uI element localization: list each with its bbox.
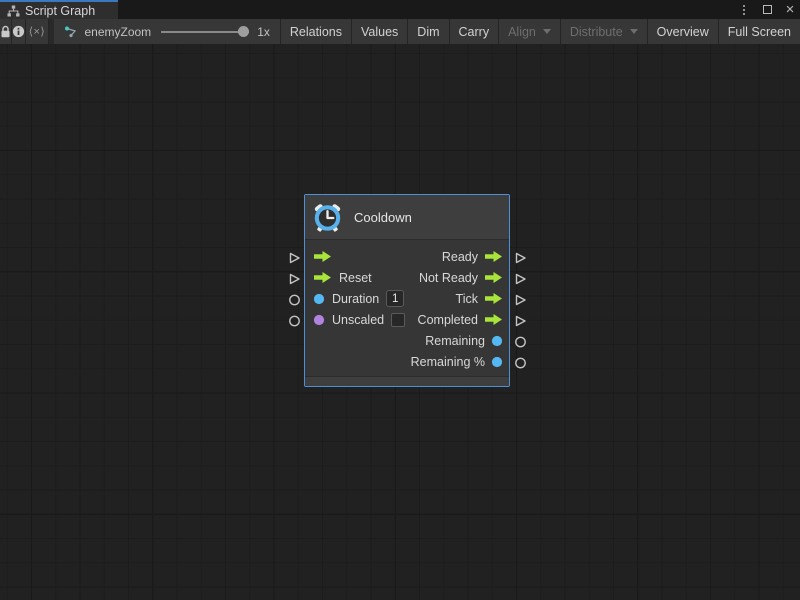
toolbar-button-carry[interactable]: Carry <box>450 19 500 44</box>
toolbar-button-relations[interactable]: Relations <box>281 19 352 44</box>
node-ports-left: Reset Duration Unscaled <box>305 246 405 330</box>
graph-reference-icon <box>64 26 78 38</box>
zoom-slider[interactable] <box>161 19 249 44</box>
flow-port-arrow-icon[interactable] <box>484 292 503 305</box>
toolbar-button-label: Carry <box>459 25 490 39</box>
zoom-slider-track[interactable] <box>161 31 249 33</box>
unscaled-checkbox[interactable] <box>391 313 405 327</box>
script-graph-icon <box>7 5 20 17</box>
port-label: Unscaled <box>332 313 384 327</box>
port-label: Tick <box>456 292 478 306</box>
lock-icon <box>0 25 11 38</box>
flow-connector-triangle[interactable] <box>287 247 301 268</box>
node-connectors-right <box>513 247 527 373</box>
toolbar-button-dim[interactable]: Dim <box>408 19 449 44</box>
window-titlebar: Script Graph × <box>0 0 800 19</box>
cooldown-node-body: Reset Duration Unscaled Ready Not Ready … <box>305 240 509 376</box>
tab-label: Script Graph <box>25 4 95 18</box>
tab-script-graph[interactable]: Script Graph <box>0 0 118 19</box>
toolbar-button-label: Full Screen <box>728 25 791 39</box>
flow-connector-triangle[interactable] <box>513 289 527 310</box>
port-left-unscaled[interactable]: Unscaled <box>305 309 405 330</box>
port-label: Ready <box>442 250 478 264</box>
flow-port-arrow-icon[interactable] <box>313 271 332 284</box>
zoom-slider-handle[interactable] <box>238 26 249 37</box>
port-left-flow-input[interactable] <box>305 246 405 267</box>
node-ports-right: Ready Not Ready Tick Completed Remaining… <box>411 246 509 372</box>
flow-connector-triangle[interactable] <box>513 310 527 331</box>
toolbar-button-label: Relations <box>290 25 342 39</box>
flow-port-arrow-icon[interactable] <box>484 250 503 263</box>
toolbar-button-label: Distribute <box>570 25 623 39</box>
toolbar-button-overview[interactable]: Overview <box>648 19 719 44</box>
value-connector-circle[interactable] <box>513 331 527 352</box>
node-title: Cooldown <box>354 210 412 225</box>
close-icon[interactable]: × <box>783 2 797 18</box>
node-connectors-left <box>287 247 301 331</box>
flow-connector-triangle[interactable] <box>513 268 527 289</box>
chevron-down-icon <box>630 29 638 34</box>
value-connector-circle[interactable] <box>287 310 301 331</box>
value-connector-circle[interactable] <box>287 289 301 310</box>
port-label: Remaining <box>425 334 485 348</box>
port-left-duration[interactable]: Duration <box>305 288 405 309</box>
graph-name-label[interactable]: enemy <box>84 25 120 39</box>
port-label: Reset <box>339 271 372 285</box>
value-connector-circle[interactable] <box>513 352 527 373</box>
cooldown-node[interactable]: Cooldown Reset Duration Unscaled Ready N… <box>304 194 510 387</box>
cooldown-node-footer <box>305 376 509 386</box>
toolbar-button-full-screen[interactable]: Full Screen <box>719 19 800 44</box>
info-icon <box>12 25 25 38</box>
port-left-reset[interactable]: Reset <box>305 267 405 288</box>
port-right-tick[interactable]: Tick <box>411 288 509 309</box>
flow-port-arrow-icon[interactable] <box>313 250 332 263</box>
code-view-button[interactable]: ⟨×⟩ <box>26 19 49 44</box>
flow-port-arrow-icon[interactable] <box>484 313 503 326</box>
bool-port-dot-icon[interactable] <box>313 314 325 326</box>
alarm-clock-icon <box>312 202 343 233</box>
port-right-not-ready[interactable]: Not Ready <box>411 267 509 288</box>
port-label: Duration <box>332 292 379 306</box>
float-port-dot-icon[interactable] <box>491 356 503 368</box>
flow-connector-triangle[interactable] <box>513 247 527 268</box>
flow-connector-triangle[interactable] <box>287 268 301 289</box>
port-right-ready[interactable]: Ready <box>411 246 509 267</box>
port-right-remaining[interactable]: Remaining <box>411 330 509 351</box>
toolbar-button-values[interactable]: Values <box>352 19 408 44</box>
cooldown-node-header[interactable]: Cooldown <box>305 195 509 240</box>
toolbar-button-label: Overview <box>657 25 709 39</box>
maximize-icon[interactable] <box>760 2 774 18</box>
port-label: Completed <box>418 313 478 327</box>
lock-button[interactable] <box>0 19 12 44</box>
port-right-remaining[interactable]: Remaining % <box>411 351 509 372</box>
port-label: Not Ready <box>419 271 478 285</box>
graph-canvas[interactable]: Cooldown Reset Duration Unscaled Ready N… <box>0 44 800 600</box>
window-controls: × <box>737 0 797 19</box>
menu-icon[interactable] <box>737 2 751 18</box>
chevron-down-icon <box>543 29 551 34</box>
toolbar-button-align: Align <box>499 19 561 44</box>
toolbar-button-distribute: Distribute <box>561 19 648 44</box>
graph-reference-group: enemy Zoom 1x <box>54 19 280 44</box>
code-icon: ⟨×⟩ <box>29 25 46 38</box>
graph-toolbar: ⟨×⟩ enemy Zoom 1x Relations Values Dim Carr… <box>0 19 800 44</box>
zoom-label: Zoom <box>121 25 152 39</box>
flow-port-arrow-icon[interactable] <box>484 271 503 284</box>
toolbar-button-label: Dim <box>417 25 439 39</box>
float-port-dot-icon[interactable] <box>313 293 325 305</box>
float-port-dot-icon[interactable] <box>491 335 503 347</box>
port-label: Remaining % <box>411 355 485 369</box>
info-button[interactable] <box>12 19 26 44</box>
toolbar-button-label: Values <box>361 25 398 39</box>
toolbar-buttons: Relations Values Dim Carry Align Distribute Ov… <box>281 19 800 44</box>
toolbar-button-label: Align <box>508 25 536 39</box>
duration-value-input[interactable] <box>386 290 404 307</box>
port-right-completed[interactable]: Completed <box>411 309 509 330</box>
zoom-value: 1x <box>257 25 270 39</box>
